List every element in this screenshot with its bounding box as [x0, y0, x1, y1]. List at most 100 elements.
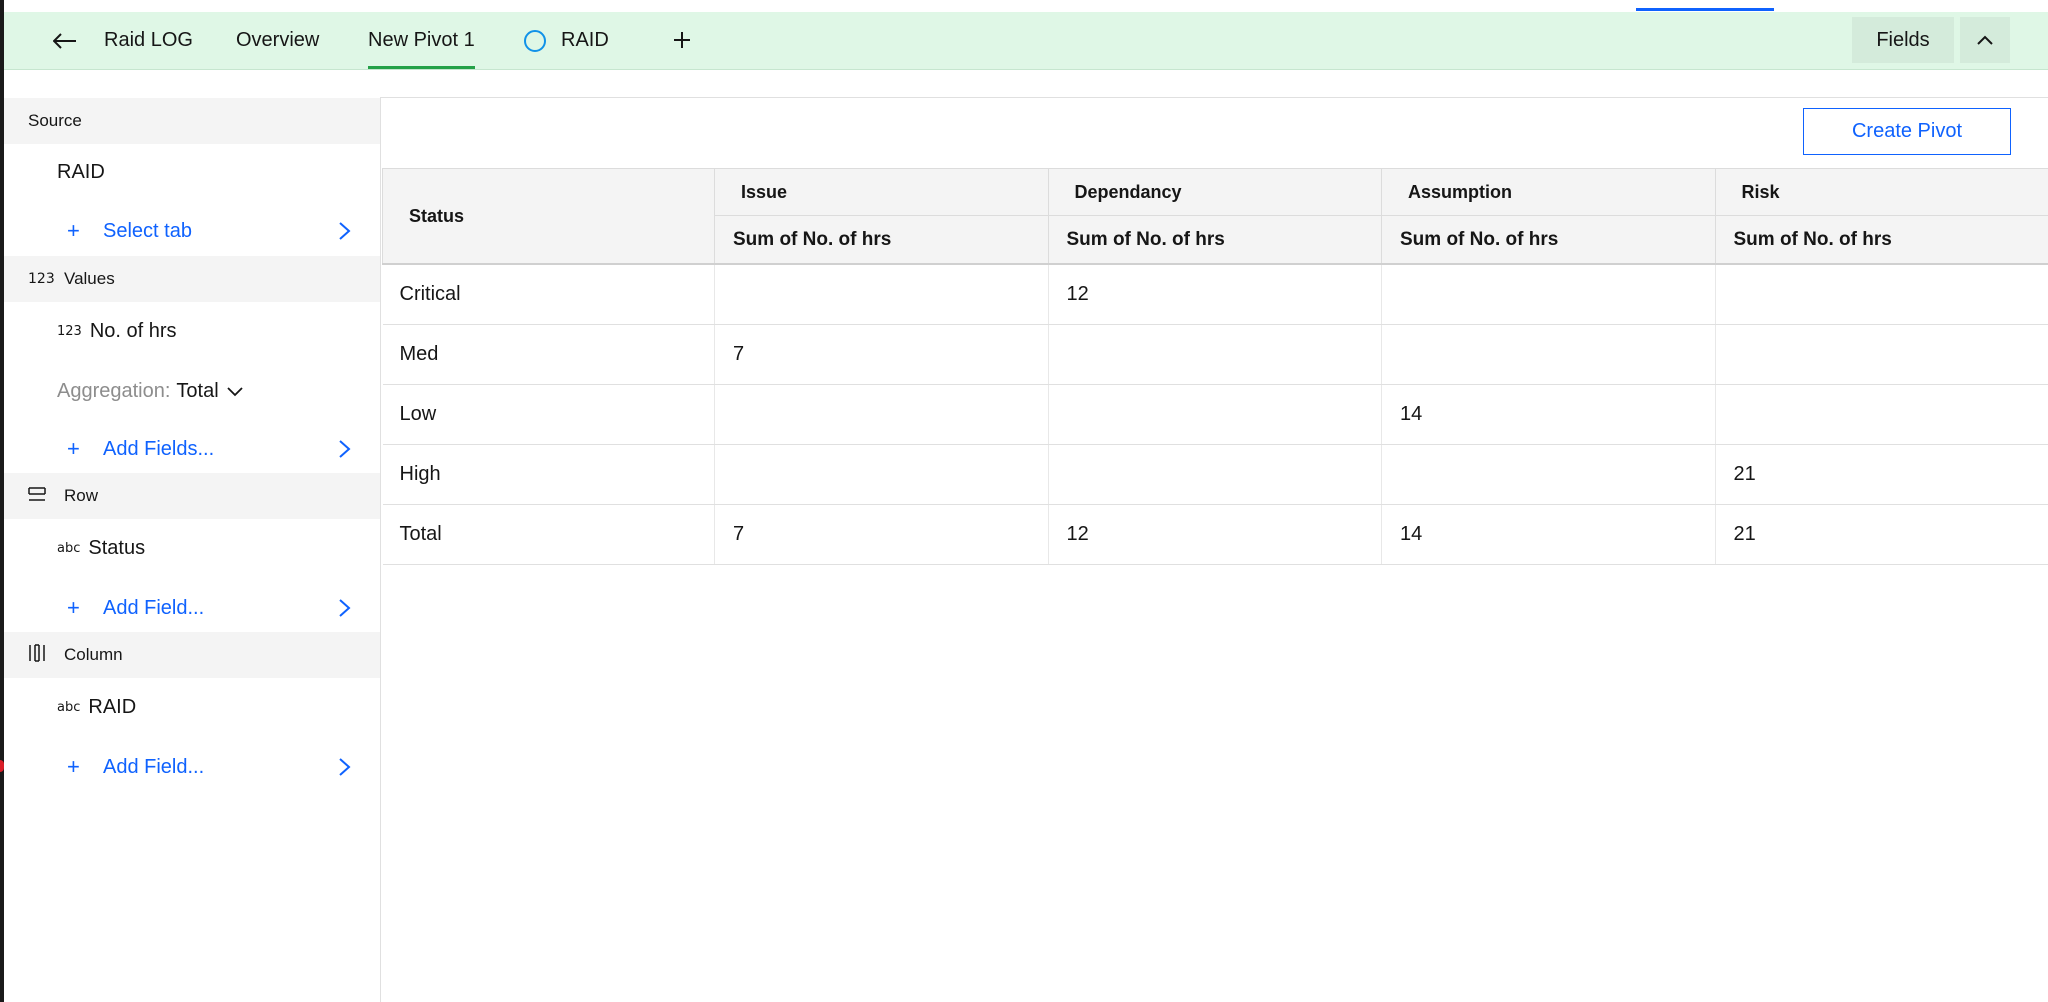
chevron-right-icon [339, 599, 351, 617]
tab-label: Overview [236, 29, 320, 51]
field-label: RAID [88, 696, 137, 718]
column-field[interactable]: abc RAID [57, 696, 136, 719]
measure-header-cell: Sum of No. of hrs [714, 215, 1049, 265]
fields-sidebar: Source RAID + Select tab 123 Values 123 … [4, 98, 381, 1002]
measure-header-cell: Sum of No. of hrs [1714, 215, 2048, 265]
text-type-icon: abc [57, 700, 81, 715]
add-label: Add Field... [103, 755, 205, 778]
tab-raid[interactable]: RAID [524, 12, 609, 69]
table-row: Med 7 [382, 324, 2048, 385]
row-label-cell: High [382, 444, 715, 505]
plus-icon: + [67, 218, 80, 243]
pivot-table: Status Issue Dependancy Assumption Risk … [382, 168, 2048, 565]
row-label-cell: Critical [382, 264, 715, 325]
value-cell [714, 264, 1049, 325]
chevron-up-icon [1977, 35, 1993, 45]
row-label-cell: Total [382, 504, 715, 565]
tab-new-pivot-1[interactable]: New Pivot 1 [368, 12, 475, 69]
aggregation-value: Total [176, 380, 219, 402]
value-cell [1381, 264, 1716, 325]
value-cell: 7 [714, 324, 1049, 385]
collapse-button[interactable] [1960, 17, 2010, 63]
numeric-type-icon: 123 [57, 324, 82, 339]
add-tab-button[interactable] [668, 26, 696, 54]
section-title: Row [64, 486, 99, 505]
section-column-header: Column [4, 632, 380, 678]
section-row-header: Row [4, 473, 380, 519]
section-source-header: Source [4, 98, 380, 144]
aggregation-dropdown[interactable]: Aggregation: Total [57, 380, 243, 403]
values-field[interactable]: 123 No. of hrs [57, 320, 177, 343]
column-header-cell: Dependancy [1047, 168, 1382, 216]
select-tab-button[interactable]: + Select tab [4, 211, 380, 251]
row-icon [28, 486, 50, 506]
value-cell [1715, 324, 2048, 385]
value-cell [714, 384, 1049, 445]
value-cell: 7 [714, 504, 1049, 565]
tab-label: RAID [561, 29, 609, 51]
add-label: Add Field... [103, 596, 205, 619]
row-label-cell: Low [382, 384, 715, 445]
add-label: Add Fields... [103, 437, 215, 460]
table-row: High 21 [382, 444, 2048, 505]
value-cell: 21 [1715, 504, 2048, 565]
value-cell [1715, 264, 2048, 325]
tab-overview[interactable]: Overview [236, 12, 319, 69]
column-header-cell: Risk [1714, 168, 2048, 216]
fields-button[interactable]: Fields [1852, 17, 1954, 63]
value-cell [1048, 444, 1382, 505]
measure-header-cell: Sum of No. of hrs [1381, 215, 1716, 265]
add-row-field-button[interactable]: + Add Field... [4, 588, 380, 628]
add-column-field-button[interactable]: + Add Field... [4, 747, 380, 787]
numeric-icon: 123 [28, 271, 55, 287]
row-label-cell: Med [382, 324, 715, 385]
source-value: RAID [57, 161, 105, 184]
value-cell: 12 [1048, 504, 1382, 565]
tab-raid-log[interactable]: Raid LOG [104, 12, 193, 69]
value-cell [1381, 444, 1716, 505]
value-cell: 12 [1048, 264, 1382, 325]
plus-icon: + [67, 595, 80, 620]
chevron-down-icon [227, 386, 243, 396]
section-title: Column [64, 645, 123, 664]
plus-icon [674, 32, 690, 48]
add-fields-button[interactable]: + Add Fields... [4, 429, 380, 469]
column-icon [28, 644, 50, 666]
table-row-total: Total 7 12 14 21 [382, 504, 2048, 565]
table-row: Low 14 [382, 384, 2048, 445]
create-pivot-label: Create Pivot [1851, 120, 1963, 142]
value-cell: 21 [1715, 444, 2048, 505]
column-header-cell: Issue [714, 168, 1049, 216]
arrow-left-icon [53, 33, 76, 49]
table-row: Critical 12 [382, 264, 2048, 325]
value-cell: 14 [1381, 384, 1716, 445]
field-label: Status [88, 537, 146, 559]
value-cell [1048, 384, 1382, 445]
value-cell [1381, 324, 1716, 385]
text-type-icon: abc [57, 541, 81, 556]
field-label: No. of hrs [89, 320, 177, 342]
value-cell: 14 [1381, 504, 1716, 565]
row-field[interactable]: abc Status [57, 537, 145, 560]
measure-header-cell: Sum of No. of hrs [1047, 215, 1382, 265]
chevron-right-icon [339, 440, 351, 458]
source-value-label: RAID [57, 161, 105, 183]
tab-label: Raid LOG [104, 29, 193, 51]
main-divider [380, 97, 2048, 98]
plus-icon: + [67, 754, 80, 779]
plus-icon: + [67, 436, 80, 461]
back-button[interactable] [48, 28, 82, 54]
aggregation-key: Aggregation: [57, 380, 171, 402]
value-cell [1048, 324, 1382, 385]
chevron-right-icon [339, 758, 351, 776]
tab-label: New Pivot 1 [368, 29, 475, 51]
fields-label: Fields [1876, 28, 1930, 51]
tab-bar: Raid LOG Overview New Pivot 1 RAID Field… [4, 12, 2048, 70]
active-indicator [1636, 8, 1774, 11]
add-label: Select tab [103, 219, 192, 242]
value-cell [1715, 384, 2048, 445]
section-title: Values [64, 269, 115, 288]
chevron-right-icon [339, 222, 351, 240]
section-title: Source [28, 111, 82, 130]
create-pivot-button[interactable]: Create Pivot [1803, 108, 2011, 155]
